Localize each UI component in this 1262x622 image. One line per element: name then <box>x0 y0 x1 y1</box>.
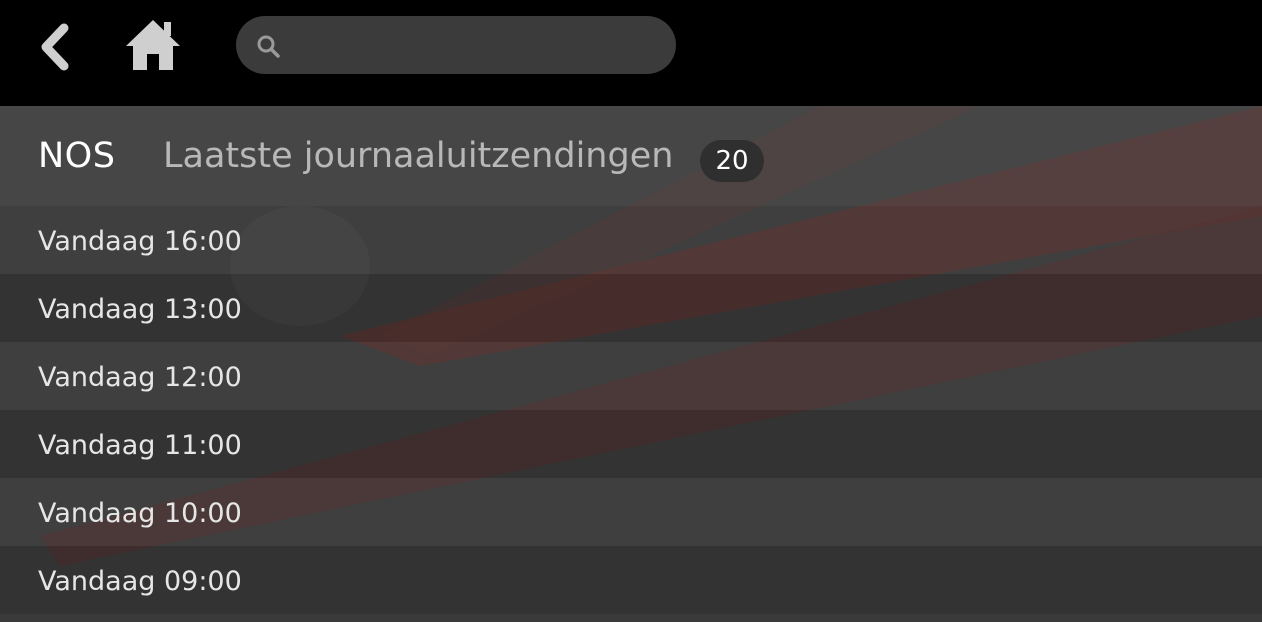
channel-name: NOS <box>38 136 116 176</box>
home-button[interactable] <box>124 18 182 72</box>
search-input[interactable] <box>292 24 656 68</box>
search-bar[interactable] <box>236 16 676 74</box>
list-header: NOS Laatste journaaluitzendingen 20 <box>0 106 1262 206</box>
page-title: Laatste journaaluitzendingen <box>163 136 674 176</box>
list-item-label: Vandaag 09:00 <box>38 566 242 597</box>
main-content: NOS Laatste journaaluitzendingen 20 Vand… <box>0 106 1262 622</box>
list-item[interactable]: Vandaag 09:00 <box>0 546 1262 614</box>
top-bar <box>0 0 1262 106</box>
broadcast-list: Vandaag 16:00 Vandaag 13:00 Vandaag 12:0… <box>0 206 1262 614</box>
count-badge: 20 <box>700 140 764 182</box>
list-item-label: Vandaag 16:00 <box>38 226 242 257</box>
list-item-label: Vandaag 11:00 <box>38 430 242 461</box>
list-item[interactable]: Vandaag 11:00 <box>0 410 1262 478</box>
list-item-label: Vandaag 12:00 <box>38 362 242 393</box>
list-item[interactable]: Vandaag 12:00 <box>0 342 1262 410</box>
list-item-label: Vandaag 13:00 <box>38 294 242 325</box>
back-button[interactable] <box>36 22 80 72</box>
chevron-left-icon <box>41 23 69 71</box>
list-item-label: Vandaag 10:00 <box>38 498 242 529</box>
home-icon <box>126 20 180 70</box>
list-item[interactable]: Vandaag 10:00 <box>0 478 1262 546</box>
list-item[interactable]: Vandaag 13:00 <box>0 274 1262 342</box>
list-item[interactable]: Vandaag 16:00 <box>0 206 1262 274</box>
search-icon <box>257 35 280 58</box>
